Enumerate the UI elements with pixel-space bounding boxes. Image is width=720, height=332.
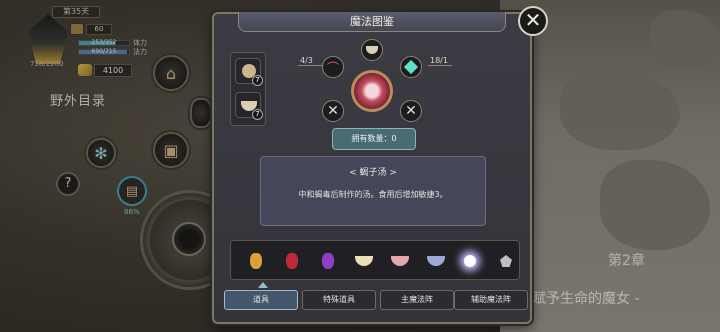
help-button[interactable]: ? xyxy=(56,172,80,196)
tab-special-items[interactable]: 特殊道具 xyxy=(302,290,376,310)
list-item[interactable] xyxy=(425,250,447,272)
joystick-knob[interactable] xyxy=(172,222,206,256)
close-button[interactable]: ✕ xyxy=(518,6,548,36)
recipe-slot-empty-right: ✕ xyxy=(400,100,422,122)
item-description-box: < 蝎子汤 > 中和蝎毒后制作的汤。食用后增加敏捷3。 xyxy=(260,156,486,226)
list-item[interactable] xyxy=(317,250,339,272)
list-item[interactable] xyxy=(459,250,481,272)
glowing-orb-icon xyxy=(464,255,476,267)
list-item[interactable] xyxy=(281,250,303,272)
item-name: < 蝎子汤 > xyxy=(349,168,397,178)
chapter-label: 第2章 xyxy=(608,253,645,269)
quest-node[interactable]: ▤ xyxy=(117,176,147,206)
map-node-house[interactable]: ⌂ xyxy=(153,55,189,91)
item-list[interactable] xyxy=(230,240,520,280)
ration-icon xyxy=(70,23,84,35)
recipe-slot-right[interactable] xyxy=(400,56,422,78)
gear-icon: ✻ xyxy=(94,143,108,163)
mana-bar: 690/715 xyxy=(78,48,130,55)
yellow-potion-icon xyxy=(250,253,262,269)
stamina-value: 253/352 xyxy=(91,39,117,46)
panel-title: 魔法图鉴 xyxy=(238,12,506,32)
chapter-subtitle: 赋予生命的魔女 - xyxy=(532,291,640,307)
ingredient-count: 7 xyxy=(252,109,263,120)
map-node-gear[interactable]: ✻ xyxy=(86,138,116,168)
cross-icon: ✕ xyxy=(327,103,339,119)
area-title: 野外目录 xyxy=(50,94,107,109)
cross-icon: ✕ xyxy=(405,103,417,119)
active-tab-indicator xyxy=(258,282,268,288)
pink-soup-icon xyxy=(391,256,409,266)
magic-catalog-panel: 魔法图鉴 7 7 4/3 18/1 ⌒ ✕ ✕ 拥有数量：0 < 蝎子汤 > 中… xyxy=(212,12,532,324)
blue-soup-icon xyxy=(427,256,445,266)
tab-support-circle[interactable]: 辅助魔法阵 xyxy=(454,290,528,310)
list-item[interactable] xyxy=(495,250,517,272)
soup-bowl-icon xyxy=(355,256,373,266)
item-description: 中和蝎毒后制作的汤。食用后增加敏捷3。 xyxy=(298,190,448,199)
recipe-result[interactable] xyxy=(351,70,393,112)
ingredient-slot-2[interactable]: 7 xyxy=(235,92,263,120)
quest-progress: 86% xyxy=(124,208,140,216)
recipe-slot-left[interactable]: ⌒ xyxy=(322,56,344,78)
house-icon: ⌂ xyxy=(165,63,177,83)
recipe-line xyxy=(428,65,452,66)
mana-value: 690/715 xyxy=(91,48,117,55)
scroll-icon: ▤ xyxy=(125,183,139,199)
crystal-icon xyxy=(403,59,419,75)
mana-label: 法力 xyxy=(133,48,147,56)
stamina-bar: 253/352 xyxy=(78,39,130,46)
crest-emblem-icon[interactable] xyxy=(28,14,68,64)
gold-icon xyxy=(78,64,92,76)
map-node-chest[interactable]: ▣ xyxy=(153,132,189,168)
purple-potion-icon xyxy=(322,253,334,269)
list-item[interactable] xyxy=(353,250,375,272)
ration-value: 60 xyxy=(86,24,112,35)
tab-main-circle[interactable]: 主魔法阵 xyxy=(380,290,454,310)
recipe-line xyxy=(298,65,322,66)
recipe-count-right: 18/1 xyxy=(430,56,448,65)
ingredient-count: 7 xyxy=(252,75,263,86)
recipe-slot-top[interactable] xyxy=(361,39,383,61)
red-potion-icon xyxy=(286,253,298,269)
map-node-edge[interactable] xyxy=(190,98,212,128)
crest-value: 718/2200 xyxy=(30,60,64,68)
owned-count: 拥有数量：0 xyxy=(332,128,416,150)
ingredient-slot-1[interactable]: 7 xyxy=(235,58,263,86)
list-item[interactable] xyxy=(389,250,411,272)
bowl-icon xyxy=(366,46,378,54)
list-item[interactable] xyxy=(245,250,267,272)
scorpion-tail-icon: ⌒ xyxy=(326,60,339,75)
stone-icon xyxy=(500,255,512,267)
chest-icon: ▣ xyxy=(163,140,179,160)
gold-value: 4100 xyxy=(94,64,132,77)
tab-items[interactable]: 道具 xyxy=(224,290,298,310)
recipe-slot-empty-left: ✕ xyxy=(322,100,344,122)
recipe-count-left: 4/3 xyxy=(300,56,313,65)
day-counter: 第35天 xyxy=(52,6,100,18)
